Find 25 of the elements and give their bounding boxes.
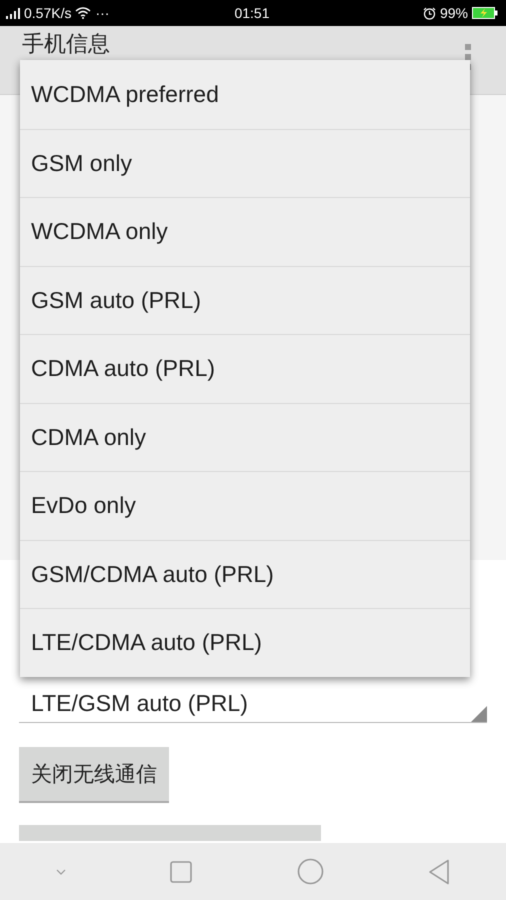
dropdown-option[interactable]: GSM auto (PRL)	[20, 266, 470, 334]
dropdown-option[interactable]: GSM/CDMA auto (PRL)	[20, 540, 470, 608]
clock: 01:51	[234, 5, 270, 21]
back-icon[interactable]	[428, 858, 450, 884]
dropdown-corner-icon	[471, 706, 487, 722]
battery-percent: 99%	[440, 5, 468, 21]
more-notifications: ···	[95, 5, 110, 21]
network-type-dropdown[interactable]: LTE/GSM auto (PRL)	[19, 684, 487, 723]
alarm-icon	[422, 6, 436, 20]
wifi-icon	[75, 7, 92, 19]
signal-icon	[6, 8, 20, 18]
dropdown-option[interactable]: LTE/CDMA auto (PRL)	[20, 608, 470, 676]
dropdown-option[interactable]: CDMA auto (PRL)	[20, 334, 470, 402]
battery-charging-icon	[472, 7, 498, 19]
dropdown-option[interactable]: WCDMA only	[20, 197, 470, 266]
dropdown-option[interactable]: CDMA only	[20, 402, 470, 471]
dropdown-option[interactable]: WCDMA preferred	[20, 60, 470, 128]
recents-icon[interactable]	[170, 860, 192, 882]
app-title: 手机信息	[22, 32, 110, 56]
dropdown-option[interactable]: EvDo only	[20, 471, 470, 540]
chevron-down-icon[interactable]	[56, 868, 66, 874]
dropdown-option[interactable]: GSM only	[20, 128, 470, 197]
home-icon[interactable]	[296, 858, 324, 885]
radio-off-button[interactable]: 关闭无线通信	[19, 747, 169, 803]
network-speed: 0.57K/s	[24, 5, 72, 21]
